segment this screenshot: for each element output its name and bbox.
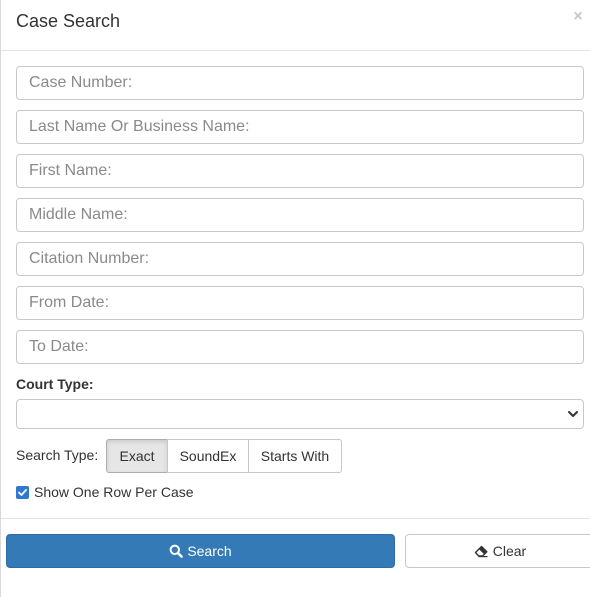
footer-divider xyxy=(1,518,590,519)
citation-number-input[interactable] xyxy=(16,242,584,276)
court-type-select[interactable] xyxy=(16,399,584,429)
search-type-exact-button[interactable]: Exact xyxy=(106,439,168,473)
close-icon[interactable]: × xyxy=(571,8,585,26)
dialog-title: Case Search xyxy=(16,11,121,31)
first-name-input[interactable] xyxy=(16,154,584,188)
checkmark-icon xyxy=(18,488,27,496)
last-name-input[interactable] xyxy=(16,110,584,144)
to-date-input[interactable] xyxy=(16,330,584,364)
one-row-per-case-option: Show One Row Per Case xyxy=(16,484,194,500)
clear-button[interactable]: Clear xyxy=(405,534,590,568)
search-icon xyxy=(169,544,184,558)
eraser-icon xyxy=(474,544,489,558)
search-type-toggle-group: Exact SoundEx Starts With xyxy=(106,439,342,473)
one-row-per-case-label: Show One Row Per Case xyxy=(34,484,194,500)
chevron-down-icon xyxy=(568,411,578,417)
from-date-input[interactable] xyxy=(16,286,584,320)
middle-name-input[interactable] xyxy=(16,198,584,232)
dialog-header: Case Search × xyxy=(1,0,590,51)
case-search-dialog: Case Search × Court Type: Search Type: E… xyxy=(0,0,590,597)
search-button[interactable]: Search xyxy=(6,534,395,568)
search-type-starts-with-button[interactable]: Starts With xyxy=(248,439,342,473)
search-type-label: Search Type: xyxy=(16,447,99,463)
case-number-input[interactable] xyxy=(16,66,584,100)
search-type-soundex-button[interactable]: SoundEx xyxy=(167,439,249,473)
search-button-label: Search xyxy=(187,543,232,559)
court-type-label: Court Type: xyxy=(16,376,94,392)
one-row-per-case-checkbox[interactable] xyxy=(16,485,29,499)
clear-button-label: Clear xyxy=(492,543,527,559)
